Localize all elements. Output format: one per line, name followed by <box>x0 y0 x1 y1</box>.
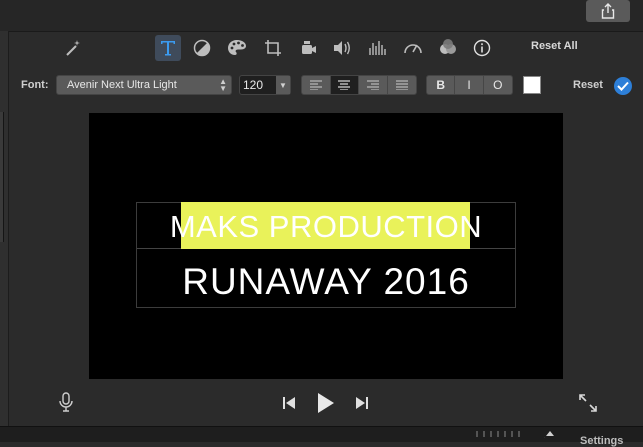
title-line-2[interactable]: RUNAWAY 2016 <box>136 261 516 303</box>
chevron-down-icon: ▼ <box>276 76 290 94</box>
alignment-control <box>301 75 417 95</box>
text-style-control: B I O <box>426 75 513 95</box>
reset-button[interactable]: Reset <box>573 79 603 91</box>
skip-forward-button[interactable] <box>351 392 373 414</box>
align-right-icon <box>366 80 379 90</box>
font-settings-row: Font: Avenir Next Ultra Light ▲ ▼ 120 ▼ B… <box>8 70 643 100</box>
checkmark-icon <box>617 81 629 91</box>
share-icon <box>601 3 615 19</box>
align-left-button[interactable] <box>302 76 331 94</box>
text-icon[interactable] <box>155 35 181 61</box>
align-justify-button[interactable] <box>388 76 416 94</box>
title-line-1[interactable]: MAKS PRODUCTION <box>136 209 516 245</box>
camera-stabilization-icon[interactable] <box>295 35 321 61</box>
equalizer-icon[interactable] <box>364 35 390 61</box>
outline-button[interactable]: O <box>484 76 512 94</box>
font-size-field[interactable]: 120 ▼ <box>239 75 291 95</box>
align-left-icon <box>309 80 322 90</box>
play-icon <box>318 393 334 413</box>
microphone-icon <box>59 392 73 412</box>
top-bar <box>0 0 643 32</box>
text-color-swatch[interactable] <box>523 76 541 94</box>
left-panel-notch <box>0 112 4 242</box>
info-icon[interactable] <box>469 35 495 61</box>
volume-icon[interactable] <box>329 35 355 61</box>
skip-back-button[interactable] <box>278 392 300 414</box>
fullscreen-button[interactable] <box>576 391 600 415</box>
color-palette-icon[interactable] <box>224 35 250 61</box>
align-center-icon <box>338 80 351 90</box>
font-label: Font: <box>21 79 49 91</box>
apply-checkmark-button[interactable] <box>614 77 632 95</box>
align-center-button[interactable] <box>330 76 359 94</box>
italic-button[interactable]: I <box>455 76 484 94</box>
align-right-button[interactable] <box>359 76 388 94</box>
voiceover-button[interactable] <box>55 390 77 414</box>
bold-button[interactable]: B <box>427 76 456 94</box>
skip-back-icon <box>283 397 295 409</box>
timeline-zoom-ticks <box>476 431 545 438</box>
filters-icon[interactable] <box>435 35 461 61</box>
skip-forward-icon <box>356 397 368 409</box>
settings-button[interactable]: Settings <box>580 435 623 447</box>
play-button[interactable] <box>312 389 340 417</box>
font-family-value: Avenir Next Ultra Light <box>67 79 177 91</box>
reset-all-button[interactable]: Reset All <box>531 40 578 52</box>
align-justify-icon <box>395 80 408 90</box>
crop-icon[interactable] <box>260 35 286 61</box>
magic-wand-icon[interactable] <box>60 35 86 61</box>
share-button[interactable] <box>586 0 630 22</box>
video-viewer: MAKS PRODUCTION RUNAWAY 2016 <box>89 113 563 379</box>
bottom-bar: Settings <box>0 426 643 447</box>
select-arrows-icon: ▲ ▼ <box>219 77 227 93</box>
font-size-value: 120 <box>243 78 264 92</box>
expand-icon <box>579 394 597 412</box>
speed-icon[interactable] <box>400 35 426 61</box>
color-balance-icon[interactable] <box>189 35 215 61</box>
adjustments-toolbar: Reset All <box>8 31 643 65</box>
font-family-select[interactable]: Avenir Next Ultra Light ▲ ▼ <box>56 75 232 95</box>
chevron-up-icon[interactable] <box>545 430 555 436</box>
